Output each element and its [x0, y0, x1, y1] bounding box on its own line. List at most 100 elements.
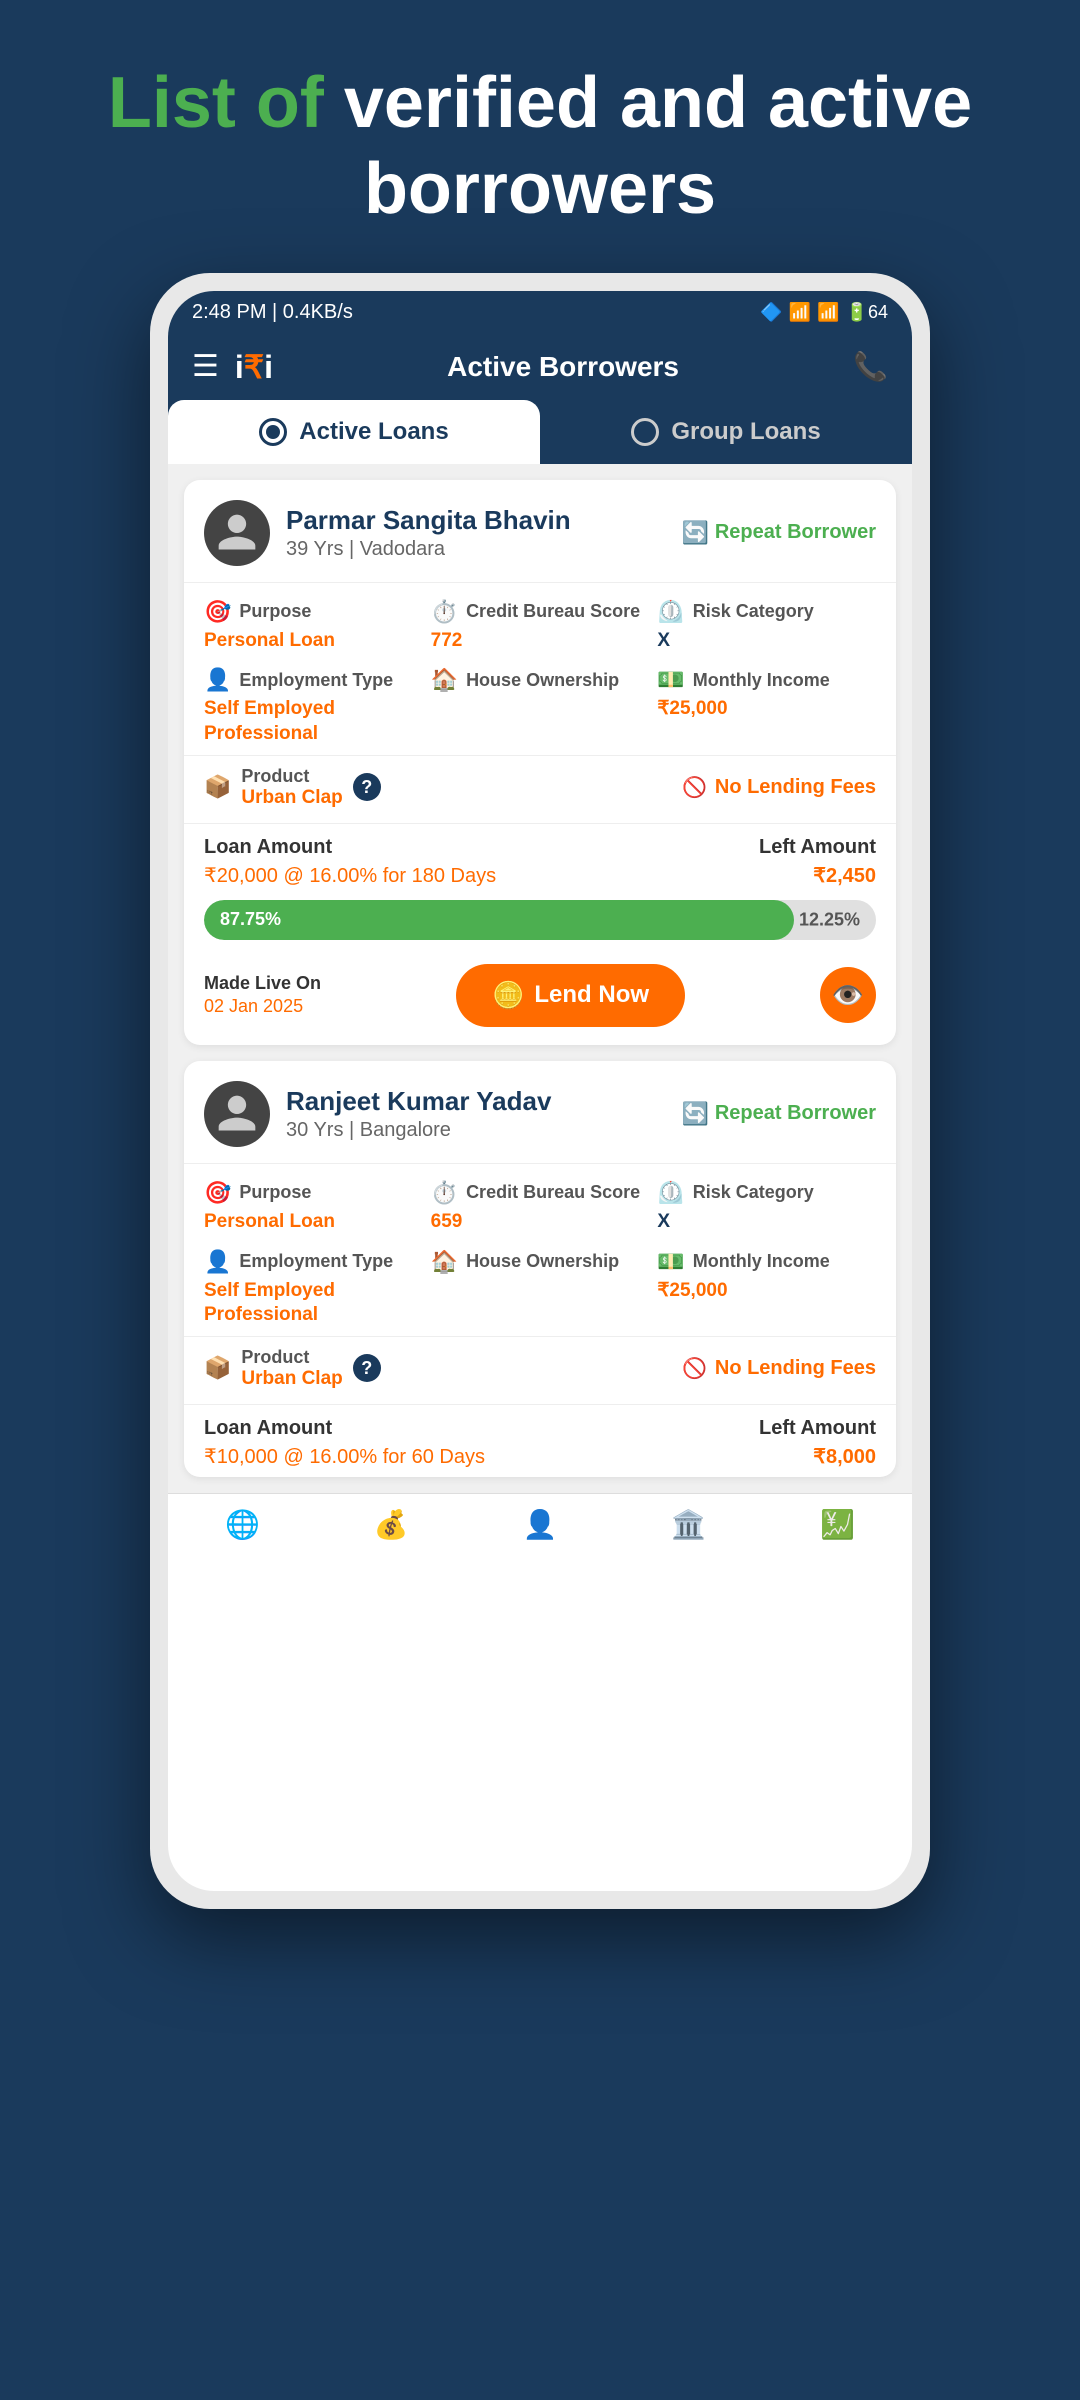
- loan-row-0: Loan Amount ₹20,000 @ 16.00% for 180 Day…: [184, 824, 896, 896]
- avatar-1: [204, 1081, 270, 1147]
- tab-radio-active: [259, 418, 287, 446]
- credit-item-1: ⏱️ Credit Bureau Score 659: [431, 1180, 650, 1235]
- bottom-nav: 🌐 💰 👤 🏛️ 💹: [168, 1493, 912, 1555]
- coins-icon-0: 🪙: [492, 980, 524, 1011]
- borrower-card-1: Ranjeet Kumar Yadav 30 Yrs | Bangalore 🔄…: [184, 1061, 896, 1477]
- profile-icon: 👤: [523, 1508, 558, 1541]
- income-label-0: Monthly Income: [693, 669, 830, 692]
- help-icon-0[interactable]: ?: [353, 773, 381, 801]
- risk-label-1: Risk Category: [693, 1181, 814, 1204]
- product-row-0: 📦 Product Urban Clap ? 🚫 No Lending Fees: [184, 756, 896, 824]
- borrower-meta-1: 30 Yrs | Bangalore: [286, 1119, 665, 1142]
- home-icon: 🌐: [225, 1508, 260, 1541]
- bottom-nav-profile[interactable]: 👤: [466, 1508, 615, 1541]
- repeat-icon-0: 🔄: [681, 520, 708, 546]
- view-button-0[interactable]: 👁️: [820, 967, 876, 1023]
- employment-item-0: 👤 Employment Type Self Employed Professi…: [204, 667, 423, 746]
- risk-value-1: X: [657, 1210, 876, 1235]
- bottom-nav-home[interactable]: 🌐: [168, 1508, 317, 1541]
- purpose-label-1: Purpose: [239, 1181, 311, 1204]
- house-label-1: House Ownership: [466, 1250, 619, 1273]
- product-left-0: 📦 Product Urban Clap ?: [204, 766, 381, 809]
- tab-group-loans[interactable]: Group Loans: [540, 400, 912, 464]
- house-icon-0: 🏠: [431, 667, 458, 693]
- bottom-nav-invest[interactable]: 💰: [317, 1508, 466, 1541]
- product-value-1: Urban Clap: [241, 1368, 342, 1390]
- no-fee-0: 🚫 No Lending Fees: [682, 775, 876, 800]
- risk-item-1: ⏲️ Risk Category X: [657, 1180, 876, 1235]
- portfolio-icon: 💹: [820, 1508, 855, 1541]
- details-grid-0: 🎯 Purpose Personal Loan ⏱️ Credit Bureau…: [184, 583, 896, 756]
- tab-group-loans-label: Group Loans: [671, 418, 820, 446]
- lend-now-button-0[interactable]: 🪙 Lend Now: [456, 964, 685, 1027]
- hero-white: verified and active borrowers: [344, 63, 972, 229]
- bank-icon: 🏛️: [671, 1508, 706, 1541]
- bottom-nav-portfolio[interactable]: 💹: [763, 1508, 912, 1541]
- progress-left-0: 12.25%: [799, 909, 860, 930]
- credit-value-0: 772: [431, 629, 650, 654]
- purpose-label-0: Purpose: [239, 600, 311, 623]
- loan-row-1: Loan Amount ₹10,000 @ 16.00% for 60 Days…: [184, 1405, 896, 1477]
- employment-icon-1: 👤: [204, 1249, 231, 1275]
- employment-label-0: Employment Type: [239, 669, 393, 692]
- tab-active-loans[interactable]: Active Loans: [168, 400, 540, 464]
- borrower-card-0: Parmar Sangita Bhavin 39 Yrs | Vadodara …: [184, 480, 896, 1045]
- loan-amount-value-1: ₹10,000 @ 16.00% for 60 Days: [204, 1444, 485, 1469]
- bottom-nav-bank[interactable]: 🏛️: [614, 1508, 763, 1541]
- phone-icon[interactable]: 📞: [853, 350, 888, 383]
- no-fee-1: 🚫 No Lending Fees: [682, 1356, 876, 1381]
- logo: i₹i: [235, 348, 273, 386]
- repeat-label-1: Repeat Borrower: [715, 1102, 876, 1125]
- progress-bar-0: 87.75% 12.25%: [204, 900, 876, 940]
- repeat-icon-1: 🔄: [681, 1101, 708, 1127]
- income-icon-1: 💵: [657, 1249, 684, 1275]
- nav-title: Active Borrowers: [289, 351, 837, 383]
- repeat-label-0: Repeat Borrower: [715, 521, 876, 544]
- product-left-1: 📦 Product Urban Clap ?: [204, 1347, 381, 1390]
- loan-amount-value-0: ₹20,000 @ 16.00% for 180 Days: [204, 863, 496, 888]
- signal-icon: 📶: [789, 302, 811, 323]
- borrower-name-1: Ranjeet Kumar Yadav: [286, 1086, 665, 1117]
- phone-frame: 2:48 PM | 0.4KB/s 🔷 📶 📶 🔋64 ☰ i₹i Active…: [150, 273, 930, 1909]
- progress-fill-0: 87.75%: [204, 900, 794, 940]
- credit-icon-0: ⏱️: [431, 599, 458, 625]
- content-area: Parmar Sangita Bhavin 39 Yrs | Vadodara …: [168, 464, 912, 1493]
- avatar-0: [204, 500, 270, 566]
- borrower-meta-0: 39 Yrs | Vadodara: [286, 538, 665, 561]
- employment-value-0: Self Employed Professional: [204, 697, 423, 746]
- left-amount-value-0: ₹2,450: [759, 863, 876, 888]
- purpose-icon-0: 🎯: [204, 599, 231, 625]
- card-footer-0: Made Live On 02 Jan 2025 🪙 Lend Now 👁️: [184, 952, 896, 1045]
- made-live-date-0: 02 Jan 2025: [204, 996, 321, 1017]
- borrower-name-0: Parmar Sangita Bhavin: [286, 505, 665, 536]
- risk-value-0: X: [657, 629, 876, 654]
- repeat-badge-1: 🔄 Repeat Borrower: [681, 1101, 876, 1127]
- product-icon-0: 📦: [204, 774, 231, 800]
- help-icon-1[interactable]: ?: [353, 1354, 381, 1382]
- left-amount-label-1: Left Amount: [759, 1417, 876, 1440]
- house-label-0: House Ownership: [466, 669, 619, 692]
- product-icon-1: 📦: [204, 1355, 231, 1381]
- invest-icon: 💰: [374, 1508, 409, 1541]
- income-icon-0: 💵: [657, 667, 684, 693]
- risk-icon-0: ⏲️: [657, 599, 684, 625]
- no-fee-label-1: No Lending Fees: [715, 1357, 876, 1380]
- hero-title: List of verified and active borrowers: [80, 60, 1000, 233]
- employment-value-1: Self Employed Professional: [204, 1279, 423, 1328]
- hero-section: List of verified and active borrowers: [0, 0, 1080, 273]
- credit-item-0: ⏱️ Credit Bureau Score 772: [431, 599, 650, 654]
- wifi-icon: 📶: [817, 302, 839, 323]
- hamburger-menu[interactable]: ☰: [192, 349, 219, 384]
- borrower-header-0: Parmar Sangita Bhavin 39 Yrs | Vadodara …: [184, 480, 896, 583]
- left-amount-label-0: Left Amount: [759, 836, 876, 859]
- house-item-0: 🏠 House Ownership: [431, 667, 650, 746]
- loan-amount-label-0: Loan Amount: [204, 836, 496, 859]
- purpose-item-0: 🎯 Purpose Personal Loan: [204, 599, 423, 654]
- lend-now-label-0: Lend Now: [534, 981, 649, 1009]
- status-icons: 🔷 📶 📶 🔋64: [760, 302, 888, 323]
- status-bar: 2:48 PM | 0.4KB/s 🔷 📶 📶 🔋64: [168, 291, 912, 334]
- product-label-1: Product: [241, 1347, 342, 1368]
- no-fee-icon-1: 🚫: [682, 1356, 707, 1381]
- tab-active-loans-label: Active Loans: [299, 418, 448, 446]
- credit-label-0: Credit Bureau Score: [466, 600, 640, 623]
